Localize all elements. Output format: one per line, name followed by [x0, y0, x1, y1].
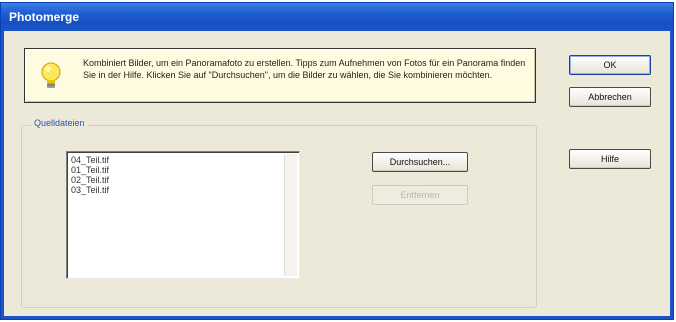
list-scrollbar[interactable] — [284, 154, 297, 276]
info-text: Kombiniert Bilder, um ein Panoramafoto z… — [83, 58, 526, 80]
photomerge-dialog: Photomerge Kombiniert Bilder, um ein Pan… — [0, 2, 674, 320]
window-frame-left — [1, 31, 4, 319]
info-panel: Kombiniert Bilder, um ein Panoramafoto z… — [24, 48, 536, 103]
window-title: Photomerge — [9, 10, 80, 24]
help-button[interactable]: Hilfe — [569, 149, 651, 169]
lightbulb-icon — [39, 61, 63, 93]
source-files-label: Quelldateien — [31, 118, 88, 128]
list-item[interactable]: 01_Teil.tif — [71, 165, 109, 175]
list-item[interactable]: 02_Teil.tif — [71, 175, 109, 185]
list-item[interactable]: 03_Teil.tif — [71, 185, 109, 195]
remove-button[interactable]: Entfernen — [372, 185, 468, 205]
title-bar[interactable]: Photomerge — [1, 3, 673, 31]
ok-button[interactable]: OK — [569, 55, 651, 75]
source-files-group: Quelldateien 04_Teil.tif 01_Teil.tif 02_… — [21, 118, 537, 308]
window-frame-bottom — [1, 316, 673, 319]
cancel-button[interactable]: Abbrechen — [569, 87, 651, 107]
list-item[interactable]: 04_Teil.tif — [71, 155, 109, 165]
browse-button[interactable]: Durchsuchen... — [372, 152, 468, 172]
source-files-list[interactable]: 04_Teil.tif 01_Teil.tif 02_Teil.tif 03_T… — [66, 151, 300, 279]
window-frame-right — [670, 31, 673, 319]
